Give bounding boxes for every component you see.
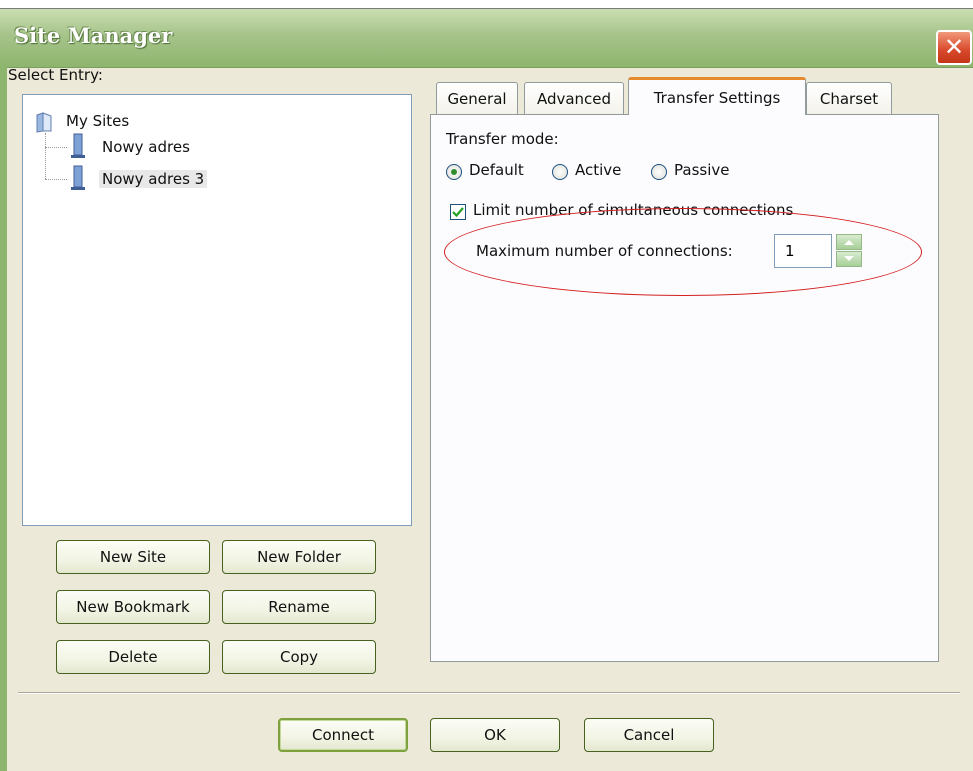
tab-label: Charset xyxy=(819,89,879,108)
close-button[interactable]: ✕ xyxy=(936,30,972,65)
radio-active[interactable] xyxy=(552,164,568,180)
new-folder-button[interactable]: New Folder xyxy=(222,540,376,574)
tree-root-label: My Sites xyxy=(66,112,130,130)
folder-icon xyxy=(36,112,52,133)
max-connections-input[interactable] xyxy=(774,234,832,268)
site-icon xyxy=(71,133,85,158)
max-connections-label: Maximum number of connections: xyxy=(476,242,733,260)
tab-charset[interactable]: Charset xyxy=(806,82,892,114)
radio-passive-label: Passive xyxy=(674,161,730,179)
site-icon xyxy=(71,165,85,190)
connect-button[interactable]: Connect xyxy=(278,718,408,752)
tab-label: General xyxy=(447,89,507,108)
site-tree[interactable]: My Sites Nowy adres Nowy adres 3 xyxy=(22,94,412,526)
radio-default[interactable] xyxy=(446,164,462,180)
cancel-button[interactable]: Cancel xyxy=(584,718,714,752)
tree-connector xyxy=(45,147,67,148)
tree-item-label: Nowy adres 3 xyxy=(99,170,208,188)
tab-label: Advanced xyxy=(536,89,612,108)
radio-selected-dot xyxy=(451,169,457,175)
separator xyxy=(18,692,960,694)
radio-default-label: Default xyxy=(469,161,524,179)
transfer-settings-panel xyxy=(430,114,939,662)
window-frame-edge xyxy=(0,67,7,771)
tab-label: Transfer Settings xyxy=(653,88,781,107)
limit-connections-checkbox[interactable] xyxy=(450,204,466,220)
spin-down-icon xyxy=(844,256,854,261)
limit-connections-label: Limit number of simultaneous connections xyxy=(473,201,794,219)
new-site-button[interactable]: New Site xyxy=(56,540,210,574)
ok-button[interactable]: OK xyxy=(430,718,560,752)
tree-item-label: Nowy adres xyxy=(102,138,190,156)
copy-button[interactable]: Copy xyxy=(222,640,376,674)
title-bar[interactable]: Site Manager ✕ xyxy=(0,9,973,68)
spin-up-icon xyxy=(844,240,854,245)
checkmark-icon xyxy=(452,207,464,218)
window-title: Site Manager xyxy=(14,23,173,48)
tree-root-my-sites[interactable]: My Sites xyxy=(63,109,132,133)
transfer-mode-label: Transfer mode: xyxy=(446,130,559,148)
tree-item[interactable]: Nowy adres xyxy=(99,135,193,159)
spin-down-button[interactable] xyxy=(836,251,862,267)
delete-button[interactable]: Delete xyxy=(56,640,210,674)
radio-passive[interactable] xyxy=(651,164,667,180)
tree-item-selected[interactable]: Nowy adres 3 xyxy=(99,167,208,191)
select-entry-label: Select Entry: xyxy=(8,66,103,84)
radio-active-label: Active xyxy=(575,161,622,179)
tab-advanced[interactable]: Advanced xyxy=(524,82,624,114)
tab-general[interactable]: General xyxy=(436,82,518,114)
rename-button[interactable]: Rename xyxy=(222,590,376,624)
new-bookmark-button[interactable]: New Bookmark xyxy=(56,590,210,624)
tab-transfer-settings[interactable]: Transfer Settings xyxy=(628,77,806,115)
close-icon: ✕ xyxy=(943,33,965,61)
tree-connector xyxy=(45,179,67,180)
tree-connector xyxy=(45,133,46,179)
spin-up-button[interactable] xyxy=(836,234,862,250)
